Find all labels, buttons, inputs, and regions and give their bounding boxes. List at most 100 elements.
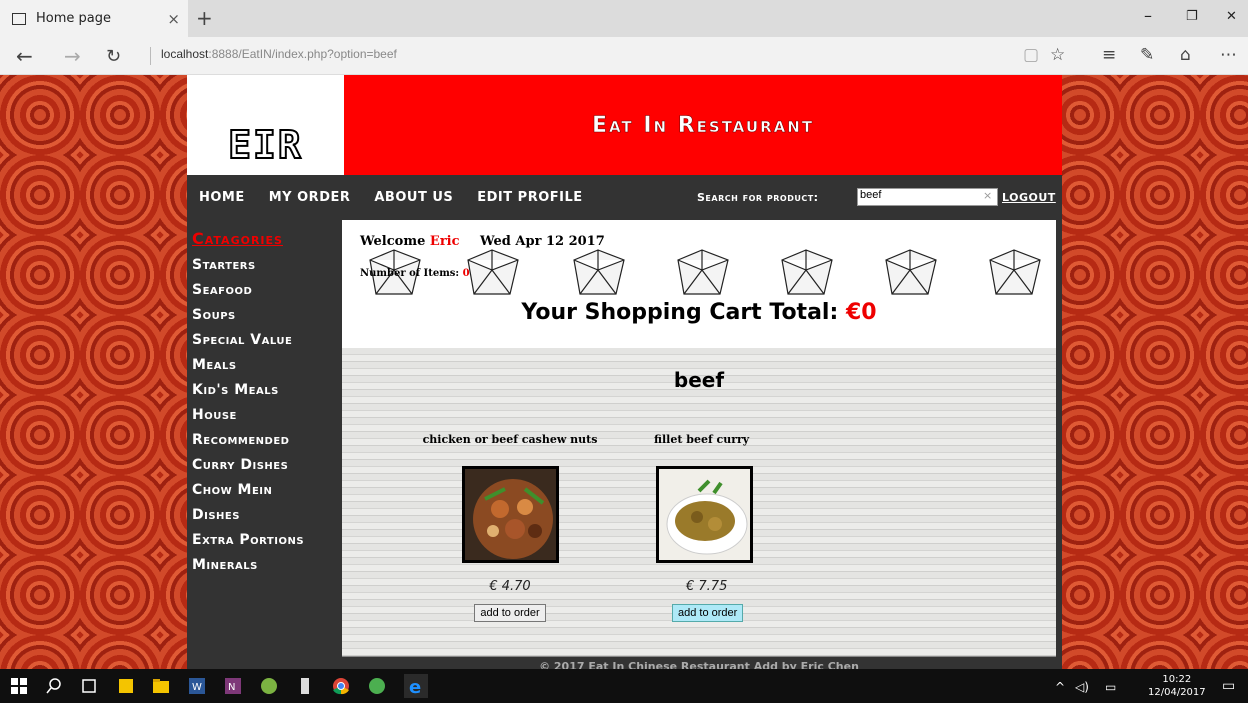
- welcome-label: Welcome: [360, 234, 426, 249]
- forward-icon[interactable]: →: [64, 44, 81, 68]
- tab-close-icon[interactable]: ×: [167, 10, 180, 28]
- web-note-icon[interactable]: ✎: [1140, 45, 1154, 65]
- sticky-notes-icon[interactable]: [117, 677, 135, 695]
- category-meals[interactable]: Meals: [192, 353, 237, 378]
- edge-icon[interactable]: e: [404, 674, 428, 698]
- takeout-box-icon: [989, 249, 1041, 295]
- site-banner: Eat In Restaurant: [344, 75, 1062, 175]
- curry-dish-image: [659, 469, 750, 560]
- favorite-star-icon[interactable]: ☆: [1050, 45, 1065, 65]
- welcome-message: Welcome Eric: [360, 234, 460, 249]
- close-window-icon[interactable]: ✕: [1226, 9, 1237, 24]
- logo-text: EIR: [227, 122, 303, 168]
- clock-time: 10:22: [1162, 674, 1192, 685]
- minimize-icon[interactable]: –: [1144, 6, 1152, 25]
- windows-start-icon[interactable]: [10, 677, 28, 695]
- category-kids-meals[interactable]: Kid's Meals: [192, 378, 279, 403]
- category-starters[interactable]: Starters: [192, 253, 256, 278]
- category-house[interactable]: House: [192, 403, 237, 428]
- results-heading: beef: [673, 368, 725, 392]
- search-icon[interactable]: [45, 677, 63, 695]
- svg-text:W: W: [192, 682, 202, 693]
- url-field[interactable]: localhost:8888/EatIN/index.php?option=be…: [150, 47, 397, 65]
- file-explorer-icon[interactable]: [152, 677, 170, 695]
- add-to-order-button[interactable]: add to order: [474, 604, 546, 622]
- site-logo[interactable]: EIR: [187, 75, 344, 175]
- shopping-cart-panel: Welcome Eric Wed Apr 12 2017 Number of I…: [342, 220, 1056, 348]
- tab-title: Home page: [36, 11, 111, 26]
- url-path: :8888/EatIN/index.php?option=beef: [208, 47, 397, 61]
- product-name[interactable]: fillet beef curry: [654, 433, 828, 446]
- chrome-icon[interactable]: [332, 677, 350, 695]
- takeout-box-icon: [781, 249, 833, 295]
- show-hidden-icons-icon[interactable]: ^: [1055, 680, 1065, 694]
- app-icon[interactable]: [368, 677, 386, 695]
- menu-home[interactable]: HOME: [199, 190, 245, 205]
- takeout-box-icon: [677, 249, 729, 295]
- refresh-icon[interactable]: ↻: [106, 46, 121, 67]
- category-chow-mein[interactable]: Chow Mein: [192, 478, 272, 503]
- item-count-label: Number of Items:: [360, 268, 460, 279]
- cashew-dish-image: [464, 469, 556, 560]
- logout-link[interactable]: LOGOUT: [1002, 191, 1056, 204]
- search-label: Search for product:: [697, 191, 819, 204]
- cart-total: Your Shopping Cart Total: €0: [342, 300, 1056, 325]
- page-background: EIR Eat In Restaurant HOME MY ORDER ABOU…: [0, 75, 1248, 669]
- search-input[interactable]: beef: [857, 188, 998, 206]
- android-studio-icon[interactable]: [260, 677, 278, 695]
- product-card: fillet beef curry € 7.75 add to order: [648, 433, 828, 622]
- product-card: chicken or beef cashew nuts € 4.70 add t…: [420, 433, 600, 622]
- category-extra-portions[interactable]: Extra Portions: [192, 528, 304, 553]
- item-count: Number of Items: 0: [360, 268, 470, 279]
- current-date: Wed Apr 12 2017: [480, 234, 605, 249]
- menu-my-order[interactable]: MY ORDER: [269, 190, 351, 205]
- url-host: localhost: [161, 47, 209, 61]
- share-icon[interactable]: ⌂: [1180, 45, 1191, 65]
- category-recommended[interactable]: Recommended: [192, 428, 290, 453]
- more-icon[interactable]: ⋯: [1220, 45, 1237, 65]
- site-wrapper: EIR Eat In Restaurant HOME MY ORDER ABOU…: [187, 75, 1062, 669]
- category-curry-dishes[interactable]: Curry Dishes: [192, 453, 288, 478]
- product-name[interactable]: chicken or beef cashew nuts: [420, 433, 600, 446]
- category-sidebar: Catagories Starters Seafood Soups Specia…: [187, 219, 342, 669]
- product-results: beef chicken or beef cashew nuts € 4.70 …: [342, 348, 1056, 656]
- new-tab-icon[interactable]: +: [196, 8, 213, 28]
- item-count-value: 0: [462, 268, 470, 279]
- volume-icon[interactable]: ◁): [1075, 680, 1089, 694]
- back-icon[interactable]: ←: [16, 44, 33, 68]
- action-center-icon[interactable]: ▭: [1222, 678, 1235, 694]
- onenote-icon[interactable]: N: [224, 677, 242, 695]
- menu-about-us[interactable]: ABOUT US: [374, 190, 453, 205]
- category-soups[interactable]: Soups: [192, 303, 236, 328]
- category-seafood[interactable]: Seafood: [192, 278, 252, 303]
- hub-icon[interactable]: ≡: [1102, 45, 1116, 65]
- keyboard-icon[interactable]: ▭: [1105, 680, 1116, 694]
- categories-title: Catagories: [192, 229, 283, 248]
- site-footer: © 2017 Eat In Chinese Restaurant Add by …: [342, 656, 1056, 669]
- takeout-box-icon: [573, 249, 625, 295]
- word-icon[interactable]: W: [188, 677, 206, 695]
- mobile-device-icon[interactable]: [296, 677, 314, 695]
- menu-edit-profile[interactable]: EDIT PROFILE: [477, 190, 582, 205]
- task-view-icon[interactable]: [80, 677, 98, 695]
- system-clock[interactable]: 10:22 12/04/2017: [1148, 673, 1206, 699]
- browser-tab[interactable]: Home page ×: [0, 0, 188, 37]
- reading-view-icon[interactable]: ▢: [1023, 45, 1039, 65]
- clear-search-icon[interactable]: ×: [983, 189, 992, 202]
- browser-tab-bar: Home page × + – ❐ ✕: [0, 0, 1248, 37]
- category-special-value[interactable]: Special Value: [192, 328, 292, 353]
- page-icon: [12, 12, 26, 25]
- category-minerals[interactable]: Minerals: [192, 553, 258, 578]
- product-image[interactable]: [461, 466, 559, 563]
- cart-total-label: Your Shopping Cart Total:: [521, 300, 839, 325]
- cart-total-value: €0: [845, 300, 877, 325]
- svg-text:e: e: [409, 677, 421, 698]
- product-price: € 4.70: [489, 579, 531, 594]
- product-image[interactable]: [656, 466, 753, 563]
- user-name: Eric: [429, 234, 460, 249]
- add-to-order-button[interactable]: add to order: [672, 604, 744, 622]
- category-dishes[interactable]: Dishes: [192, 503, 240, 528]
- clock-date: 12/04/2017: [1148, 687, 1206, 698]
- takeout-box-icon: [885, 249, 937, 295]
- restore-icon[interactable]: ❐: [1186, 9, 1198, 24]
